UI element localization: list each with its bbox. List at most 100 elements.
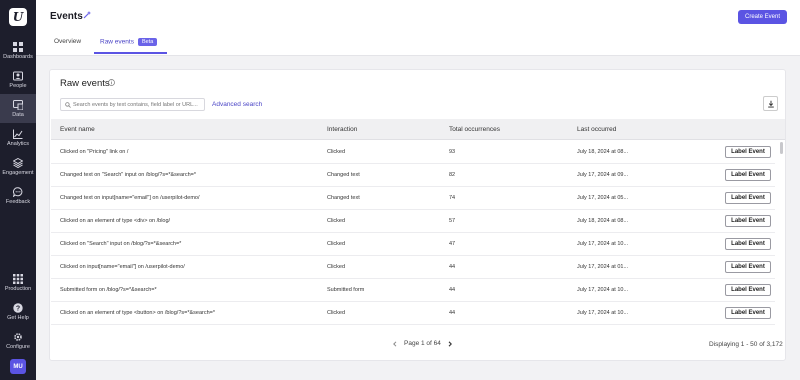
sidebar-item-get-help[interactable]: ? Get Help (0, 297, 36, 326)
create-event-button[interactable]: Create Event (738, 10, 787, 24)
total-occurrences-cell: 74 (449, 195, 456, 201)
dashboard-grid-icon (13, 41, 23, 52)
info-icon[interactable] (108, 79, 115, 86)
label-event-button[interactable]: Label Event (725, 238, 771, 250)
sparkle-icon (83, 11, 91, 19)
sidebar-bottom: Production ? Get Help Configure MU (0, 268, 36, 380)
sidebar-item-label: Feedback (5, 198, 31, 205)
label-event-button[interactable]: Label Event (725, 307, 771, 319)
sidebar-item-label: Configure (6, 343, 30, 350)
total-occurrences-cell: 93 (449, 149, 456, 155)
analytics-chart-icon (13, 129, 23, 139)
table-row[interactable]: Submitted form on /blog/?s=*&search=* Su… (51, 279, 775, 302)
column-header-event-name[interactable]: Event name (60, 126, 95, 133)
sidebar-item-label: Production (4, 285, 32, 292)
sidebar: U Dashboards People Data Analytics Engag… (0, 0, 36, 380)
page-indicator: Page 1 of 64 (404, 340, 441, 347)
advanced-search-link[interactable]: Advanced search (212, 101, 262, 108)
interaction-cell: Clicked (327, 149, 346, 155)
interaction-cell: Changed text (327, 172, 360, 178)
last-occurred-cell: July 17, 2024 at 01... (577, 264, 629, 270)
event-name-cell: Clicked on "Pricing" link on / (60, 149, 129, 155)
sidebar-item-analytics[interactable]: Analytics (0, 123, 36, 152)
event-name-cell: Changed text on "Search" input on /blog/… (60, 172, 196, 178)
help-icon: ? (13, 302, 23, 313)
event-name-cell: Changed text on input[name="email"] on /… (60, 195, 200, 201)
label-event-button[interactable]: Label Event (725, 146, 771, 158)
table-scrollbar[interactable] (780, 141, 784, 331)
label-event-button[interactable]: Label Event (725, 215, 771, 227)
sidebar-item-dashboards[interactable]: Dashboards (0, 36, 36, 65)
last-occurred-cell: July 17, 2024 at 10... (577, 310, 629, 316)
sidebar-item-label: Engagement (2, 169, 34, 176)
sidebar-item-data[interactable]: Data (0, 94, 36, 123)
data-icon (13, 99, 23, 110)
people-icon (13, 71, 23, 80)
raw-events-card: Raw events Advanced search Event name In… (49, 69, 786, 361)
total-occurrences-cell: 44 (449, 310, 456, 316)
interaction-cell: Submitted form (327, 287, 365, 293)
last-occurred-cell: July 17, 2024 at 10... (577, 287, 629, 293)
label-event-button[interactable]: Label Event (725, 284, 771, 296)
total-occurrences-cell: 44 (449, 264, 456, 270)
interaction-cell: Clicked (327, 310, 346, 316)
active-tab-indicator (94, 52, 167, 54)
sidebar-item-production[interactable]: Production (0, 268, 36, 297)
interaction-cell: Clicked (327, 218, 346, 224)
sidebar-item-label: Data (12, 111, 24, 118)
sidebar-item-label: People (9, 82, 27, 89)
interaction-cell: Clicked (327, 241, 346, 247)
download-icon (767, 100, 774, 108)
table-row[interactable]: Clicked on "Search" input on /blog/?s=*&… (51, 233, 775, 256)
interaction-cell: Changed text (327, 195, 360, 201)
avatar[interactable]: MU (10, 359, 26, 374)
search-icon (65, 102, 71, 108)
column-header-interaction[interactable]: Interaction (327, 126, 357, 133)
total-occurrences-cell: 47 (449, 241, 456, 247)
chevron-left-icon[interactable] (392, 340, 398, 347)
beta-badge: Beta (137, 38, 158, 46)
event-name-cell: Submitted form on /blog/?s=*&search=* (60, 287, 157, 293)
label-event-button[interactable]: Label Event (725, 192, 771, 204)
page-title: Events (50, 11, 83, 22)
label-event-button[interactable]: Label Event (725, 169, 771, 181)
gear-icon (14, 332, 22, 341)
last-occurred-cell: July 17, 2024 at 09... (577, 172, 629, 178)
event-name-cell: Clicked on "Search" input on /blog/?s=*&… (60, 241, 182, 247)
scroll-thumb[interactable] (780, 142, 783, 154)
apps-grid-icon (13, 273, 23, 284)
column-header-total-occurrences[interactable]: Total occurrences (449, 126, 500, 133)
chevron-right-icon[interactable] (447, 340, 453, 347)
table-row[interactable]: Clicked on input[name="email"] on /userp… (51, 256, 775, 279)
download-button[interactable] (763, 96, 778, 111)
table-row[interactable]: Clicked on an element of type <button> o… (51, 302, 775, 325)
table-row[interactable]: Changed text on "Search" input on /blog/… (51, 164, 775, 187)
last-occurred-cell: July 18, 2024 at 08... (577, 149, 629, 155)
event-name-cell: Clicked on an element of type <div> on /… (60, 218, 171, 224)
search-input[interactable] (73, 100, 203, 110)
tab-raw-events[interactable]: Raw events Beta (100, 38, 158, 46)
sidebar-item-engagement[interactable]: Engagement (0, 152, 36, 181)
sidebar-item-label: Dashboards (3, 53, 33, 60)
last-occurred-cell: July 18, 2024 at 08... (577, 218, 629, 224)
sidebar-item-configure[interactable]: Configure (0, 326, 36, 355)
table-row[interactable]: Clicked on "Pricing" link on / Clicked 9… (51, 141, 775, 164)
event-name-cell: Clicked on input[name="email"] on /userp… (60, 264, 185, 270)
tab-overview[interactable]: Overview (54, 38, 81, 45)
last-occurred-cell: July 17, 2024 at 05... (577, 195, 629, 201)
table-row[interactable]: Changed text on input[name="email"] on /… (51, 187, 775, 210)
total-occurrences-cell: 44 (449, 287, 456, 293)
app-logo[interactable]: U (9, 8, 27, 26)
sidebar-item-label: Analytics (6, 140, 29, 147)
last-occurred-cell: July 17, 2024 at 10... (577, 241, 629, 247)
label-event-button[interactable]: Label Event (725, 261, 771, 273)
event-name-cell: Clicked on an element of type <button> o… (60, 310, 216, 316)
tab-label: Raw events (100, 38, 134, 46)
column-header-last-occurred[interactable]: Last occurred (577, 126, 616, 133)
sidebar-item-feedback[interactable]: Feedback (0, 181, 36, 210)
feedback-chat-icon (13, 186, 23, 197)
pagination: Page 1 of 64 (392, 340, 453, 347)
table-row[interactable]: Clicked on an element of type <div> on /… (51, 210, 775, 233)
total-occurrences-cell: 82 (449, 172, 456, 178)
sidebar-item-people[interactable]: People (0, 65, 36, 94)
